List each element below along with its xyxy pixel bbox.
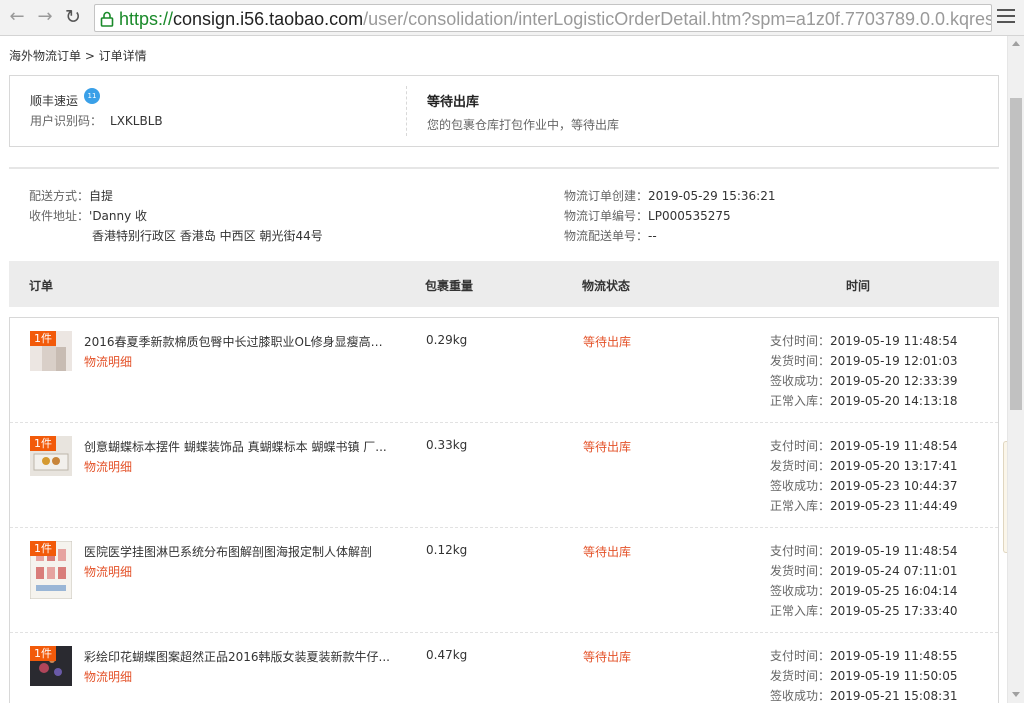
shipping-method: 自提 — [89, 189, 114, 203]
floating-side-tab[interactable] — [1003, 441, 1007, 553]
column-header-weight: 包裹重量 — [425, 279, 474, 293]
time-list: 支付时间：2019-05-19 11:48:54 发货时间：2019-05-20… — [770, 439, 958, 513]
order-number: LP000535275 — [648, 209, 731, 223]
recipient-name: 'Danny 收 — [89, 209, 148, 223]
quantity-badge: 1件 — [30, 541, 56, 556]
delivery-number: -- — [648, 229, 657, 243]
product-thumbnail[interactable]: 1件 — [30, 436, 72, 476]
address-bar[interactable]: https://consign.i56.taobao.com/user/cons… — [94, 4, 992, 32]
product-thumbnail[interactable]: 1件 — [30, 541, 72, 599]
order-created: 2019-05-29 15:36:21 — [648, 189, 776, 203]
shipping-info: 配送方式：自提 收件地址：'Danny 收 香港特别行政区 香港岛 中西区 朝光… — [29, 188, 323, 248]
quantity-badge: 1件 — [30, 646, 56, 661]
divider — [9, 167, 999, 169]
table-row: 1件 彩绘印花蝴蝶图案超然正品2016韩版女装夏装新款牛仔... 物流明细 0.… — [10, 633, 998, 703]
scroll-up-icon[interactable] — [1012, 41, 1020, 46]
user-id: 用户识别码： LXKLBLB — [30, 114, 163, 128]
table-row: 1件 医院医学挂图淋巴系统分布图解剖图海报定制人体解剖 物流明细 0.12kg … — [10, 528, 998, 633]
scroll-thumb[interactable] — [1010, 98, 1022, 410]
carrier-status-panel: 顺丰速运 11 用户识别码： LXKLBLB 等待出库 您的包裹仓库打包作业中，等… — [9, 75, 999, 147]
product-title[interactable]: 医院医学挂图淋巴系统分布图解剖图海报定制人体解剖 — [84, 543, 390, 560]
package-weight: 0.12kg — [426, 543, 468, 557]
column-header-time: 时间 — [846, 279, 871, 293]
divider — [406, 86, 407, 136]
status-description: 您的包裹仓库打包作业中，等待出库 — [427, 118, 620, 132]
logistics-detail-link[interactable]: 物流明细 — [84, 563, 132, 580]
logistics-detail-link[interactable]: 物流明细 — [84, 458, 132, 475]
quantity-badge: 1件 — [30, 436, 56, 451]
breadcrumb: 海外物流订单 > 订单详情 — [9, 49, 147, 63]
product-thumbnail[interactable]: 1件 — [30, 331, 72, 371]
time-list: 支付时间：2019-05-19 11:48:54 发货时间：2019-05-24… — [770, 544, 958, 618]
browser-toolbar: ← → ↻ https://consign.i56.taobao.com/use… — [0, 0, 1024, 36]
logistics-detail-link[interactable]: 物流明细 — [84, 668, 132, 685]
lock-icon — [100, 11, 114, 27]
forward-icon[interactable]: → — [34, 6, 56, 28]
table-row: 1件 2016春夏季新款棉质包臀中长过膝职业OL修身显瘦高腰... 物流明细 0… — [10, 318, 998, 423]
status-title: 等待出库 — [427, 95, 480, 110]
product-title[interactable]: 2016春夏季新款棉质包臀中长过膝职业OL修身显瘦高腰... — [84, 333, 390, 350]
scroll-down-icon[interactable] — [1012, 692, 1020, 697]
logistics-status: 等待出库 — [583, 650, 632, 664]
menu-icon[interactable] — [997, 9, 1015, 25]
time-list: 支付时间：2019-05-19 11:48:55 发货时间：2019-05-19… — [770, 649, 958, 703]
table-header: 订单 包裹重量 物流状态 时间 — [9, 261, 999, 307]
product-title[interactable]: 创意蝴蝶标本摆件 蝴蝶装饰品 真蝴蝶标本 蝴蝶书镇 厂... — [84, 438, 390, 455]
logistics-status: 等待出库 — [583, 335, 632, 349]
product-title[interactable]: 彩绘印花蝴蝶图案超然正品2016韩版女装夏装新款牛仔... — [84, 648, 390, 665]
reload-icon[interactable]: ↻ — [62, 6, 84, 28]
logistics-detail-link[interactable]: 物流明细 — [84, 353, 132, 370]
quantity-badge: 1件 — [30, 331, 56, 346]
logistics-status: 等待出库 — [583, 440, 632, 454]
table-row: 1件 创意蝴蝶标本摆件 蝴蝶装饰品 真蝴蝶标本 蝴蝶书镇 厂... 物流明细 0… — [10, 423, 998, 528]
page-content: 海外物流订单 > 订单详情 顺丰速运 11 用户识别码： LXKLBLB 等待出库… — [0, 36, 1007, 703]
column-header-status: 物流状态 — [582, 279, 631, 293]
shipping-address: 香港特别行政区 香港岛 中西区 朝光街44号 — [92, 229, 323, 243]
package-weight: 0.47kg — [426, 648, 468, 662]
carrier-badge[interactable]: 11 — [84, 88, 100, 104]
column-header-order: 订单 — [29, 279, 54, 293]
order-table: 1件 2016春夏季新款棉质包臀中长过膝职业OL修身显瘦高腰... 物流明细 0… — [9, 317, 999, 703]
time-list: 支付时间：2019-05-19 11:48:54 发货时间：2019-05-19… — [770, 334, 958, 408]
order-info: 物流订单创建：2019-05-29 15:36:21 物流订单编号：LP0005… — [564, 189, 776, 243]
back-icon[interactable]: ← — [6, 6, 28, 28]
package-weight: 0.33kg — [426, 438, 468, 452]
vertical-scrollbar[interactable] — [1007, 36, 1024, 703]
package-weight: 0.29kg — [426, 333, 468, 347]
url-text: https://consign.i56.taobao.com/user/cons… — [119, 9, 992, 29]
logistics-status: 等待出库 — [583, 545, 632, 559]
product-thumbnail[interactable]: 1件 — [30, 646, 72, 686]
carrier-name: 顺丰速运 — [30, 94, 79, 108]
